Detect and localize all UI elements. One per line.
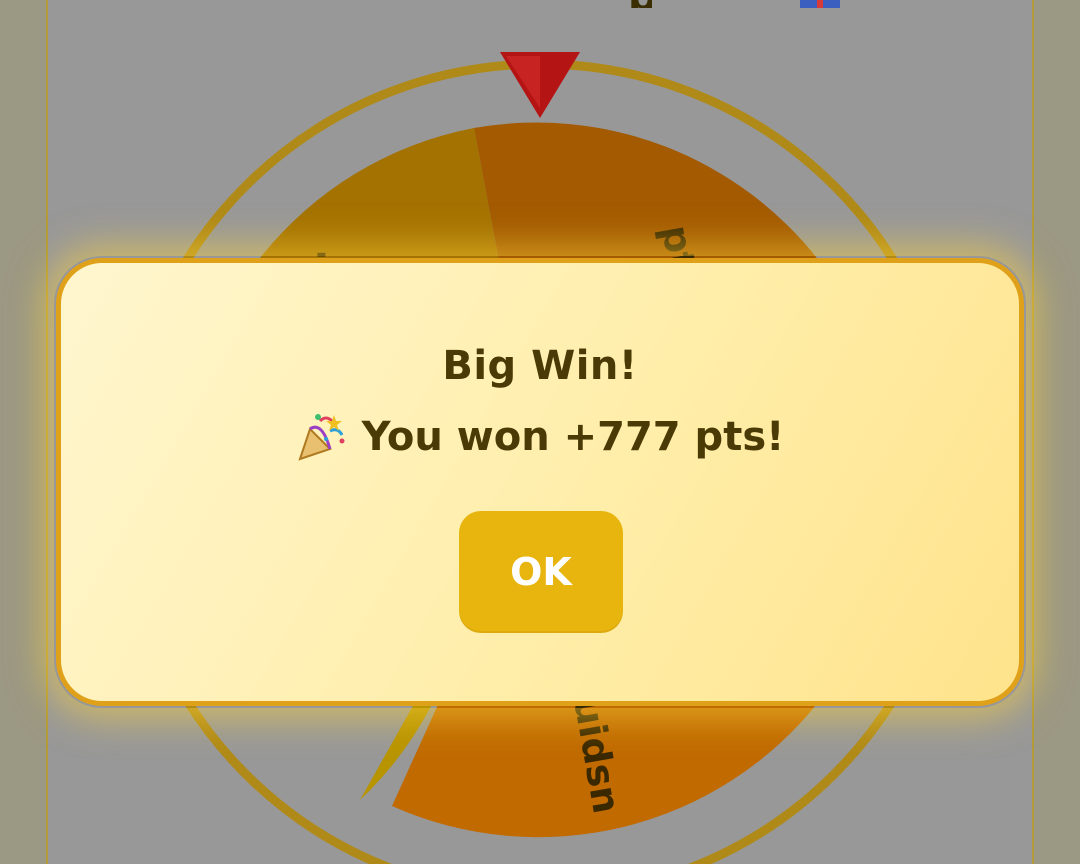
triangle-pointer-icon xyxy=(500,52,580,118)
win-dialog: Big Win! You won +777 pts! OK xyxy=(56,258,1024,706)
dialog-message: You won +777 pts! xyxy=(361,414,785,460)
ok-button[interactable]: OK xyxy=(459,511,623,633)
dialog-title: Big Win! xyxy=(442,343,638,389)
dialog-message-row: You won +777 pts! xyxy=(61,411,1019,463)
party-popper-icon xyxy=(298,414,345,461)
